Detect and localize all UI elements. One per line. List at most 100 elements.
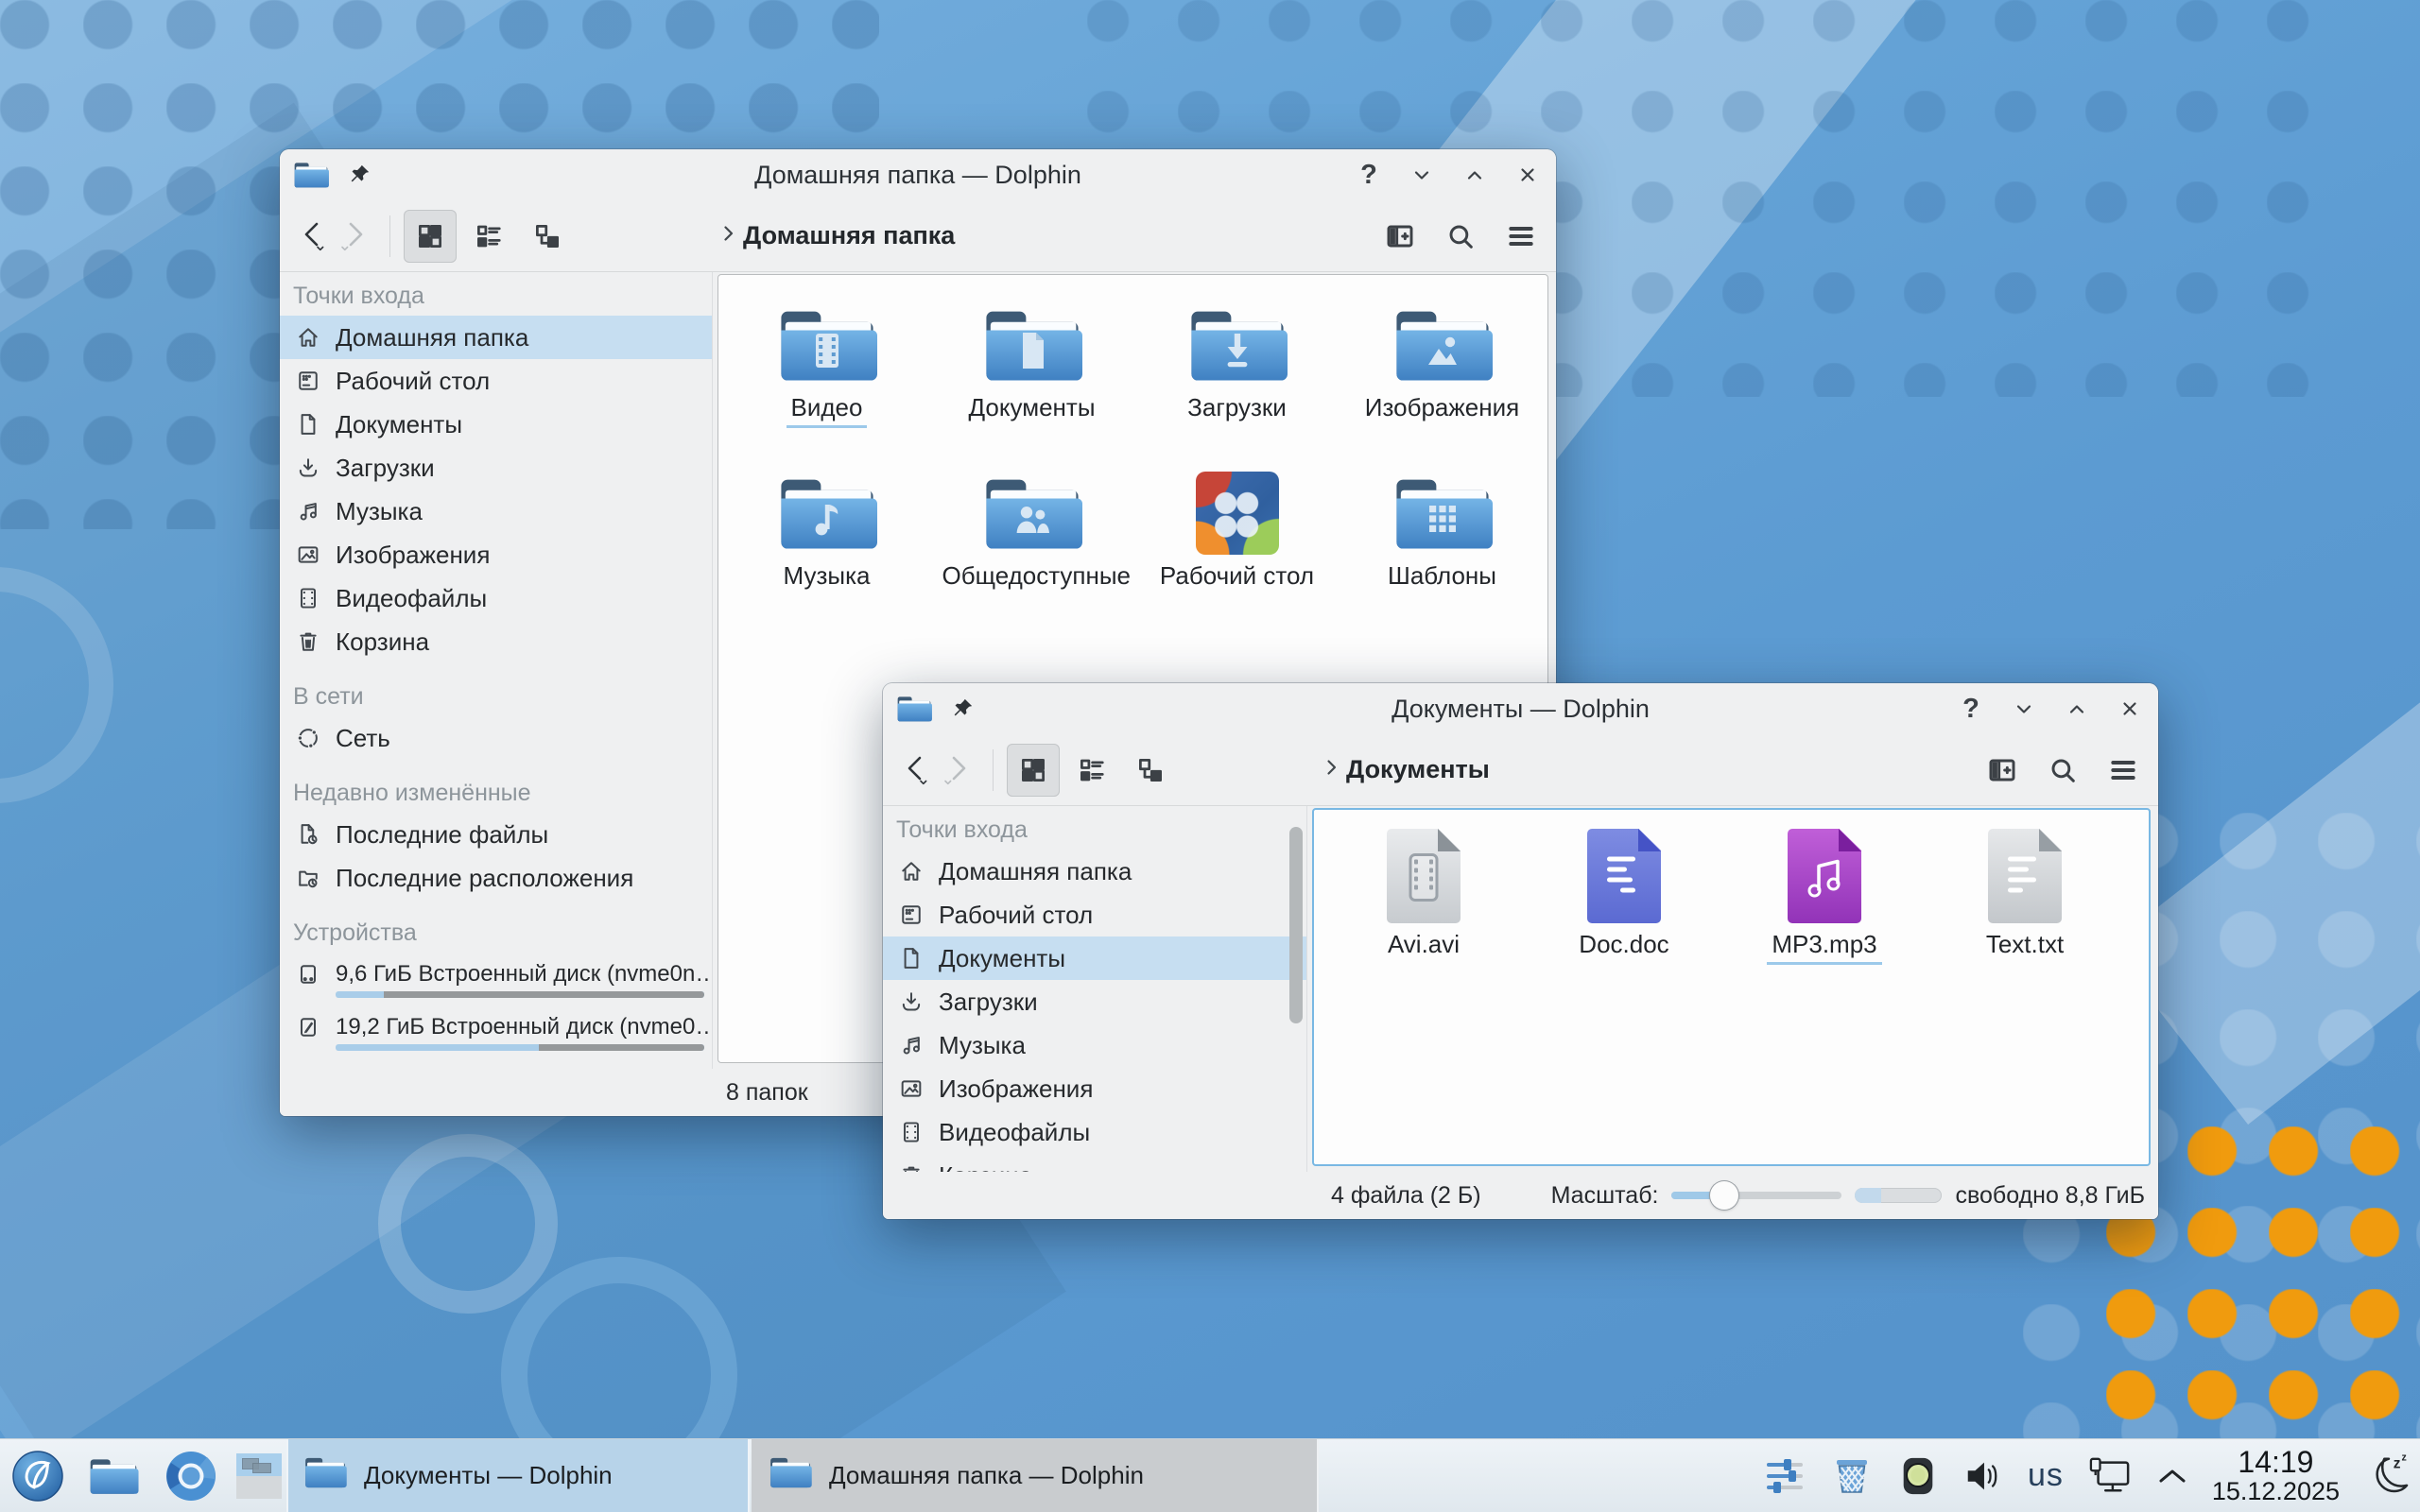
close-button[interactable] — [1512, 160, 1543, 190]
clock[interactable]: 14:19 15.12.2025 — [2212, 1447, 2340, 1505]
folder-item-desktop[interactable]: Рабочий стол — [1134, 472, 1340, 640]
breadcrumb-label[interactable]: Документы — [1346, 755, 1490, 784]
folder-item-documents[interactable]: Документы — [929, 303, 1134, 472]
text-file-icon — [1988, 829, 2062, 923]
sidebar-item-videos[interactable]: Видеофайлы — [883, 1110, 1306, 1154]
sidebar-item-music[interactable]: Музыка — [280, 490, 712, 533]
sidebar-item-network[interactable]: Сеть — [280, 716, 712, 760]
file-item-avi[interactable]: Avi.avi — [1323, 829, 1524, 1008]
sidebar-section-label: Точки входа — [883, 810, 1306, 850]
forward-button[interactable] — [938, 747, 979, 793]
file-item-doc[interactable]: Doc.doc — [1524, 829, 1724, 1008]
sidebar-item-recent-locations[interactable]: Последние расположения — [280, 856, 712, 900]
task-button-documents[interactable]: Документы — Dolphin — [286, 1439, 750, 1512]
titlebar[interactable]: Документы — Dolphin ? — [883, 683, 2158, 734]
sidebar-item-documents[interactable]: Документы — [883, 936, 1306, 980]
desktop-1-cell[interactable] — [236, 1453, 282, 1476]
sidebar-item-disk-1[interactable]: 9,6 ГиБ Встроенный диск (nvme0n… — [280, 953, 712, 1005]
volume-icon[interactable] — [1962, 1455, 2004, 1497]
breadcrumb-label[interactable]: Домашняя папка — [743, 221, 955, 250]
sidebar-item-downloads[interactable]: Загрузки — [280, 446, 712, 490]
sidebar-item-pictures[interactable]: Изображения — [280, 533, 712, 576]
sidebar-item-home[interactable]: Домашняя папка — [280, 316, 712, 359]
split-view-button[interactable] — [1982, 750, 2022, 790]
sidebar-item-trash[interactable]: Корзина — [280, 620, 712, 663]
sidebar-item-documents[interactable]: Документы — [280, 403, 712, 446]
icons-view-button[interactable] — [1007, 744, 1060, 797]
minimize-button[interactable] — [2009, 694, 2039, 724]
details-view-button[interactable] — [521, 210, 574, 263]
sidebar-item-pictures[interactable]: Изображения — [883, 1067, 1306, 1110]
file-item-txt[interactable]: Text.txt — [1925, 829, 2125, 1008]
breadcrumb[interactable]: Документы — [1320, 755, 1490, 784]
split-view-button[interactable] — [1380, 216, 1420, 256]
help-button[interactable]: ? — [1956, 694, 1986, 724]
back-button[interactable] — [293, 214, 335, 259]
keyboard-layout[interactable]: us — [2028, 1457, 2064, 1494]
sidebar-item-label: Музыка — [939, 1031, 1026, 1060]
icons-view-button[interactable] — [404, 210, 457, 263]
sidebar-item-recent-files[interactable]: Последние файлы — [280, 813, 712, 856]
maximize-button[interactable] — [1460, 160, 1490, 190]
folder-item-music[interactable]: Музыка — [724, 472, 929, 640]
night-mode-icon[interactable]: zz — [2363, 1452, 2412, 1501]
video-file-icon — [1387, 829, 1461, 923]
sidebar-item-videos[interactable]: Видеофайлы — [280, 576, 712, 620]
sidebar-item-home[interactable]: Домашняя папка — [883, 850, 1306, 893]
maximize-button[interactable] — [2062, 694, 2092, 724]
menu-button[interactable] — [2103, 750, 2143, 790]
sidebar-item-downloads[interactable]: Загрузки — [883, 980, 1306, 1023]
help-button[interactable]: ? — [1354, 160, 1384, 190]
sidebar-item-desktop[interactable]: Рабочий стол — [280, 359, 712, 403]
desktop-2-cell[interactable] — [236, 1476, 282, 1499]
sidebar-item-music[interactable]: Музыка — [883, 1023, 1306, 1067]
folder-item-video[interactable]: Видео — [724, 303, 929, 472]
menu-button[interactable] — [1501, 216, 1541, 256]
scrollbar[interactable] — [1289, 827, 1303, 1023]
file-item-mp3[interactable]: MP3.mp3 — [1724, 829, 1925, 1008]
close-button[interactable] — [2115, 694, 2145, 724]
file-label: MP3.mp3 — [1767, 931, 1881, 965]
compact-view-button[interactable] — [462, 210, 515, 263]
status-indicator-icon[interactable] — [1897, 1455, 1939, 1497]
folder-label: Рабочий стол — [1155, 562, 1319, 593]
details-view-button[interactable] — [1124, 744, 1177, 797]
users-emblem-icon — [1010, 496, 1055, 541]
dolphin-window-documents: Документы — Dolphin ? Документы — [883, 683, 2158, 1219]
forward-button[interactable] — [335, 214, 376, 259]
audio-mixer-icon[interactable] — [1763, 1454, 1806, 1498]
sidebar-item-trash[interactable]: Корзина — [883, 1154, 1306, 1172]
browser-icon[interactable] — [164, 1439, 217, 1512]
breadcrumb[interactable]: Домашняя папка — [717, 221, 955, 250]
search-button[interactable] — [2043, 750, 2083, 790]
task-button-home[interactable]: Домашняя папка — Dolphin — [752, 1439, 1319, 1512]
home-icon — [295, 324, 321, 351]
trash-icon[interactable] — [1830, 1454, 1874, 1498]
file-manager-icon[interactable] — [87, 1439, 140, 1512]
zoom-slider[interactable] — [1671, 1181, 1841, 1210]
folder-label: Видео — [786, 394, 868, 428]
free-space-text: свободно 8,8 ГиБ — [1955, 1182, 2145, 1210]
virtual-desktop-pager[interactable] — [236, 1439, 282, 1512]
sidebar-item-label: Корзина — [336, 627, 429, 657]
expand-tray-icon[interactable] — [2156, 1465, 2188, 1487]
folder-item-templates[interactable]: Шаблоны — [1340, 472, 1545, 640]
titlebar[interactable]: Домашняя папка — Dolphin ? — [280, 149, 1556, 200]
chevron-right-icon — [1320, 756, 1342, 783]
file-view[interactable]: Avi.avi Doc.doc MP3.mp3 Text.txt — [1312, 808, 2151, 1166]
folder-icon — [1392, 303, 1493, 387]
sidebar-item-desktop[interactable]: Рабочий стол — [883, 893, 1306, 936]
folder-item-public[interactable]: Общедоступные — [929, 472, 1134, 640]
back-button[interactable] — [896, 747, 938, 793]
sidebar-item-label: Сеть — [336, 724, 390, 753]
sidebar-item-disk-2[interactable]: 19,2 ГиБ Встроенный диск (nvme0… — [280, 1005, 712, 1058]
compact-view-button[interactable] — [1065, 744, 1118, 797]
toolbar: Домашняя папка — [280, 200, 1556, 272]
search-button[interactable] — [1441, 216, 1480, 256]
music-emblem-icon — [804, 496, 850, 541]
folder-item-downloads[interactable]: Загрузки — [1134, 303, 1340, 472]
minimize-button[interactable] — [1407, 160, 1437, 190]
display-icon[interactable] — [2087, 1455, 2133, 1497]
app-launcher-icon[interactable] — [9, 1439, 66, 1512]
folder-item-pictures[interactable]: Изображения — [1340, 303, 1545, 472]
